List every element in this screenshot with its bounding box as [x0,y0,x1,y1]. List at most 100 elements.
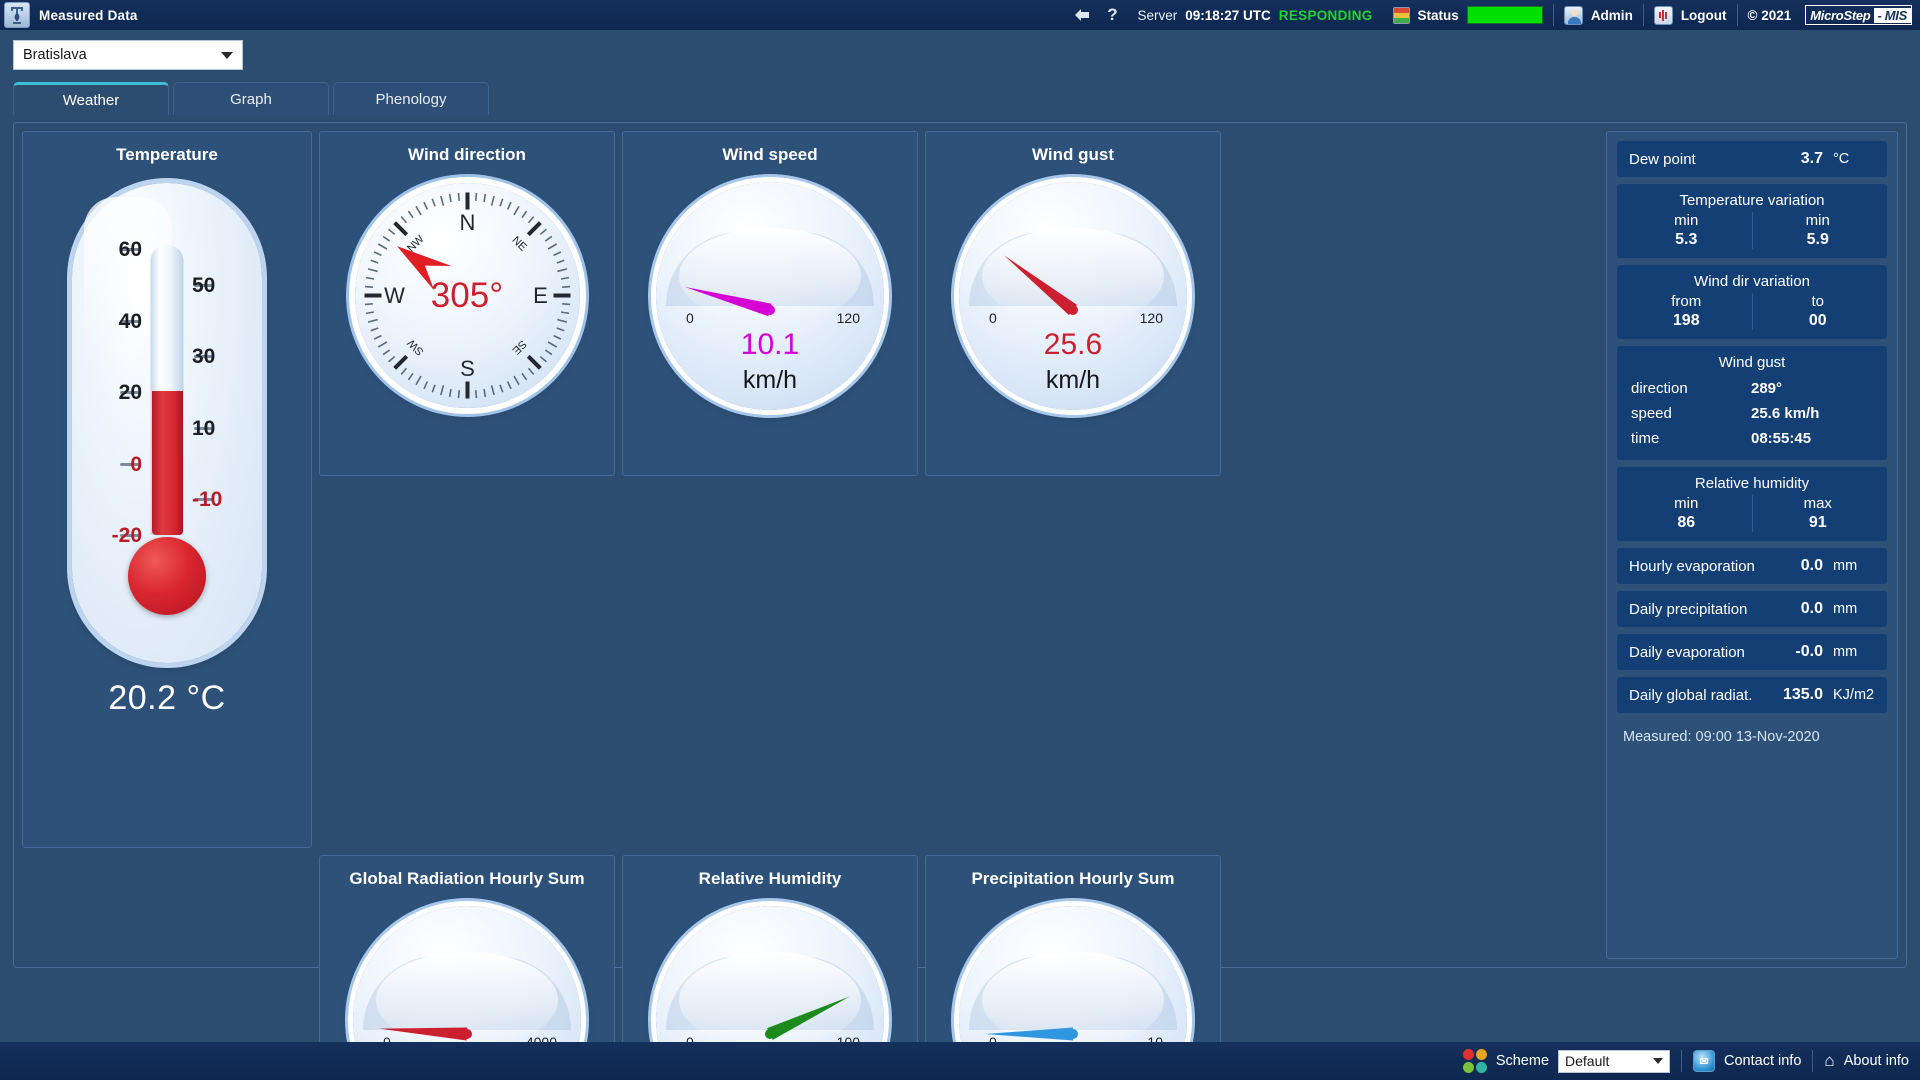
sidebar-wind-dir-variation: Wind dir variation from 198 to 00 [1617,265,1887,339]
stat-label: min [1674,495,1699,512]
server-label: Server [1137,7,1178,23]
contact-icon: ✉ [1693,1050,1716,1072]
panel-temperature: Temperature 60 40 20 0 -20 50 30 10 -10 20.2 °C [22,131,312,848]
row-label: Daily evaporation [1629,643,1745,661]
help-question-icon[interactable]: ? [1097,0,1127,30]
logout-button[interactable]: Logout [1644,0,1737,30]
contact-info-button[interactable]: ✉ Contact info [1682,1050,1812,1072]
panel-title: Wind direction [408,145,526,164]
color-dot [1462,1049,1474,1060]
sidebar-temperature-variation: Temperature variation min 5.3 min 5.9 [1617,184,1887,258]
thermometer-scale: 60 40 20 0 -20 50 30 10 -10 [72,183,262,663]
server-status-group: Server 09:18:27 UTC RESPONDING [1127,0,1382,30]
tab-bar: Weather Graph Phenology [13,82,1920,115]
row-label: Daily precipitation [1629,600,1748,618]
stat-value: 86 [1677,514,1696,531]
svg-text:S: S [460,356,475,381]
tab-phenology[interactable]: Phenology [333,82,489,115]
gauge-max-label: 120 [836,310,860,326]
stat-label: max [1803,495,1832,512]
contact-label: Contact info [1724,1053,1802,1069]
panel-title: Precipitation Hourly Sum [971,869,1175,888]
scheme-select-value: Default [1565,1053,1610,1069]
user-group[interactable]: Admin [1554,0,1643,30]
user-name: Admin [1590,7,1633,23]
tick-label: 50 [192,273,216,297]
app-title: Measured Data [39,7,138,23]
stat-label: min [1805,212,1830,229]
logout-icon [1653,5,1673,25]
color-dots-icon [1462,1049,1487,1073]
copyright: © 2021 [1747,7,1792,23]
gauge-wind-speed: 0 120 10.1 km/h [656,182,884,410]
panel-title: Relative Humidity [698,869,842,888]
about-label: About info [1843,1053,1909,1069]
row-label: Daily global radiat. [1629,686,1753,704]
svg-text:SW: SW [404,336,425,357]
stat-value: 00 [1808,312,1827,329]
detail-row: speed 25.6 km/h [1631,401,1873,426]
tick-label: 60 [118,238,142,261]
compass-value: 305° [430,275,504,315]
station-select-value: Bratislava [23,47,87,63]
tick-label: 20 [118,381,142,404]
detail-row: time 08:55:45 [1631,426,1873,451]
traffic-light-icon [1392,6,1410,24]
brand-part-2: - MIS [1874,7,1911,23]
panel-wind-speed: Wind speed 0 120 10.1 km/h [622,131,918,476]
about-info-button[interactable]: ⌂ About info [1813,1051,1920,1071]
panel-title: Temperature [116,145,218,164]
status-group: Status [1383,0,1553,30]
gauge-unit: km/h [742,366,798,394]
gauges-grid: Temperature 60 40 20 0 -20 50 30 10 -10 20.2 °C … [22,131,1599,1080]
thermometer: 60 40 20 0 -20 50 30 10 -10 [72,183,262,663]
tab-graph[interactable]: Graph [173,82,329,115]
stat-right: to 00 [1751,293,1884,330]
stat-left: from 198 [1621,293,1752,330]
copyright-group: © 2021 [1738,0,1802,30]
row-label: speed [1631,405,1672,422]
gauge-value: 25.6 [1043,328,1103,361]
stat-value: 5.9 [1806,231,1829,248]
stat-value: 91 [1808,514,1827,531]
row-value: 08:55:45 [1751,430,1812,447]
row-value: 135.0 [1782,686,1823,703]
status-badge [1466,6,1543,24]
row-unit: mm [1833,558,1858,574]
row-label: time [1631,430,1660,447]
stat-left: min 86 [1621,495,1752,532]
row-unit: °C [1833,151,1850,167]
tick-label: 40 [118,309,142,333]
card-title: Wind gust [1718,354,1786,371]
tick-label: -20 [111,524,142,547]
stat-right: max 91 [1751,495,1884,532]
gauges-row-top: Temperature 60 40 20 0 -20 50 30 10 -10 20.2 °C … [22,131,1599,848]
panel-title: Wind speed [722,145,818,164]
svg-text:NE: NE [509,234,528,253]
color-dot [1462,1062,1474,1073]
gauge-unit: km/h [1045,366,1101,394]
chevron-down-icon [1653,1058,1664,1064]
row-label: Hourly evaporation [1629,557,1755,575]
station-select[interactable]: Bratislava [13,40,243,70]
row-value: -0.0 [1795,643,1823,660]
tab-weather[interactable]: Weather [13,82,169,115]
sidebar-hourly-evaporation: Hourly evaporation 0.0 mm [1617,548,1887,584]
color-dot [1475,1049,1487,1060]
top-bar: Measured Data ? Server 09:18:27 UTC RESP… [0,0,1920,30]
tab-label: Graph [230,90,272,108]
sidebar-daily-precipitation: Daily precipitation 0.0 mm [1617,591,1887,627]
panel-wind-direction: Wind direction N NE E SE S SW W NW 305° [319,131,615,476]
row-value: 0.0 [1800,557,1823,574]
stat-value: 198 [1672,312,1700,329]
card-title: Temperature variation [1679,192,1825,209]
scheme-select[interactable]: Default [1558,1049,1671,1073]
back-arrow-icon[interactable] [1067,0,1097,30]
tab-label: Phenology [375,90,447,108]
server-state: RESPONDING [1278,7,1373,23]
panel-title: Wind gust [1032,145,1114,164]
row-label: direction [1631,380,1688,397]
card-title: Wind dir variation [1694,273,1810,290]
sub-header: Bratislava Weather Graph Phenology [0,30,1920,115]
scheme-label: Scheme [1495,1053,1550,1069]
